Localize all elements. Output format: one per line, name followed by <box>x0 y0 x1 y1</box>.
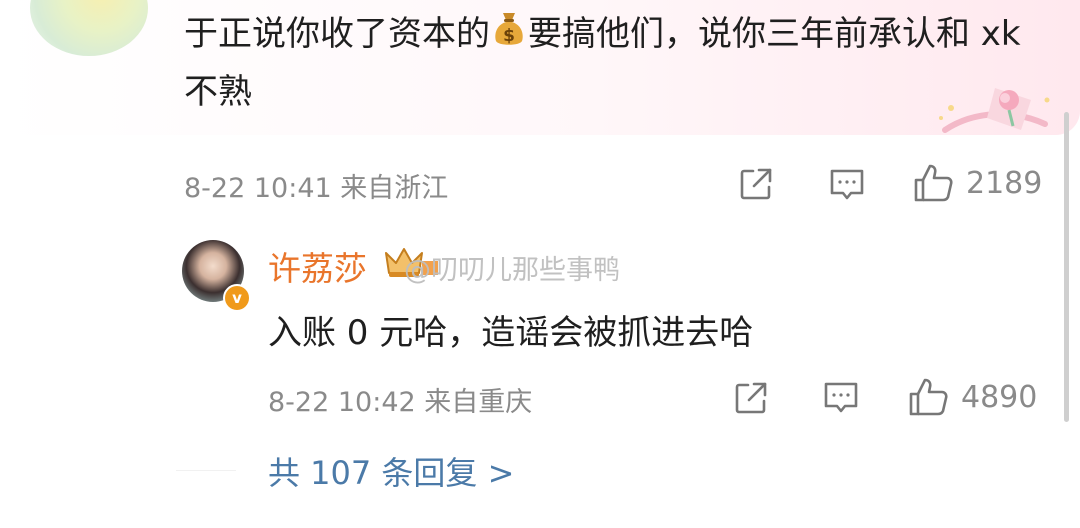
like-button[interactable]: 2189 <box>912 162 1042 204</box>
share-button[interactable] <box>738 166 774 202</box>
comment-date: 8-22 10:41 <box>184 173 332 204</box>
like-count: 2189 <box>966 165 1043 201</box>
verified-badge-icon: v <box>223 284 251 312</box>
reply-share-button[interactable] <box>733 380 769 416</box>
thumbs-up-icon <box>912 162 954 204</box>
comment-button[interactable] <box>828 166 866 204</box>
watermark: @叨叨儿那些事鸭 <box>404 255 620 286</box>
comment-location: 来自浙江 <box>340 173 449 204</box>
reply-text: 入账 0 元哈，造谣会被抓进去哈 <box>268 313 754 353</box>
reply-comment-button[interactable] <box>822 379 860 417</box>
reply-location: 来自重庆 <box>424 387 533 418</box>
reply-like-count: 4890 <box>961 379 1038 415</box>
money-bag-icon: $ <box>492 8 526 64</box>
reply-like-button[interactable]: 4890 <box>907 376 1037 418</box>
comment-meta: 8-22 10:41 来自浙江 <box>184 166 448 205</box>
divider <box>176 470 236 471</box>
comment-icon <box>828 166 866 204</box>
comment-text: 于正说你收了资本的 $ 要搞他们，说你三年前承认和 xk 不熟 <box>184 6 1034 120</box>
comment-icon <box>822 379 860 417</box>
reply-meta: 8-22 10:42 来自重庆 <box>268 380 532 419</box>
reply-date: 8-22 10:42 <box>268 387 416 418</box>
scrollbar[interactable] <box>1064 112 1069 422</box>
share-icon <box>738 166 774 202</box>
reply-username[interactable]: 许荔莎 <box>268 242 367 290</box>
svg-text:$: $ <box>503 26 515 46</box>
share-icon <box>733 380 769 416</box>
comment-text-part1: 于正说你收了资本的 <box>184 14 490 54</box>
thumbs-up-icon <box>907 376 949 418</box>
view-more-replies-link[interactable]: 共 107 条回复 > <box>268 448 514 494</box>
flower-sticker-icon <box>935 80 1055 138</box>
